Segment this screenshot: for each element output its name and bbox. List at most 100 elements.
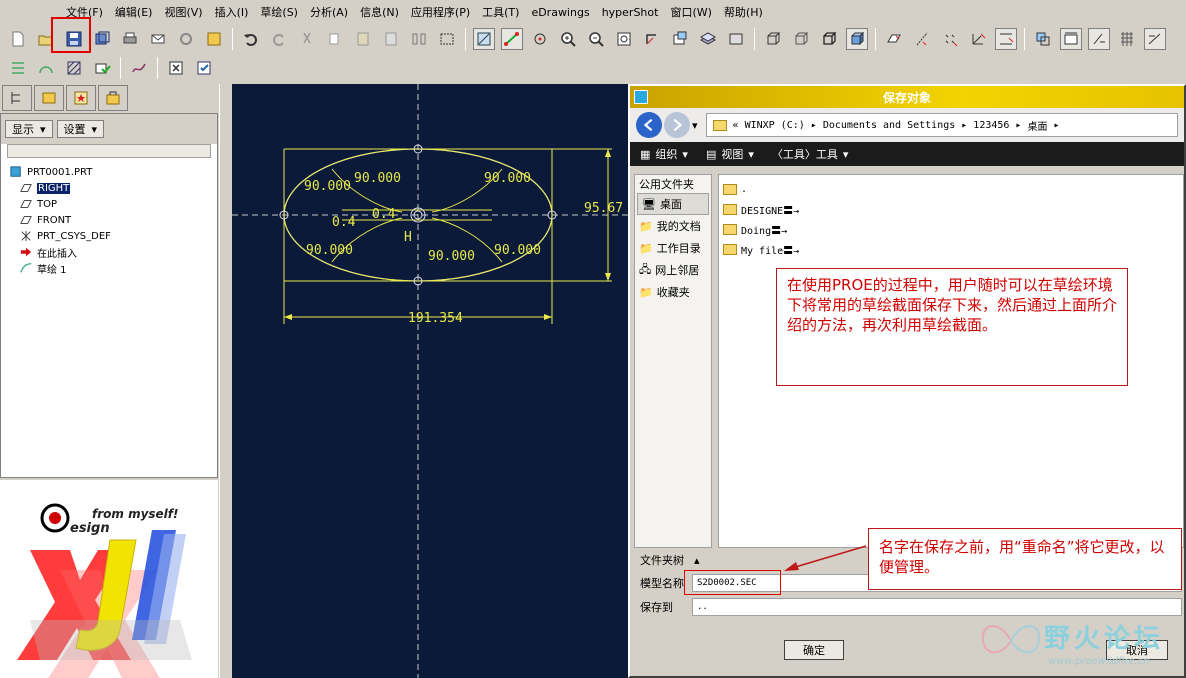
show-dropdown[interactable]: 显示 ▾ xyxy=(5,120,53,138)
menu-applications[interactable]: 应用程序(P) xyxy=(405,4,476,20)
menu-tools[interactable]: 工具(T) xyxy=(476,4,525,20)
menu-window[interactable]: 窗口(W) xyxy=(664,4,717,20)
place-network[interactable]: 🖧 网上邻居 xyxy=(635,259,711,281)
select-box-icon[interactable] xyxy=(436,28,458,50)
graphics-window[interactable]: 90.000 90.000 90.000 90.000 90.000 90.00… xyxy=(232,84,630,678)
no-hidden-icon[interactable] xyxy=(818,28,840,50)
shading-icon[interactable] xyxy=(846,28,868,50)
back-button[interactable] xyxy=(636,112,662,138)
undo-icon[interactable] xyxy=(240,28,262,50)
connections-tab-icon[interactable] xyxy=(98,85,128,111)
model-tree-tab-icon[interactable] xyxy=(2,85,32,111)
dim-angle-6[interactable]: 90.000 xyxy=(494,243,541,258)
dim-angle-1[interactable]: 90.000 xyxy=(304,179,351,194)
tree-node-insert-here[interactable]: 在此插入 xyxy=(9,244,209,260)
address-overflow[interactable]: « xyxy=(733,120,739,131)
tree-node-part[interactable]: PRT0001.PRT xyxy=(9,164,209,180)
reorient-icon[interactable] xyxy=(641,28,663,50)
menu-sketch[interactable]: 草绘(S) xyxy=(254,4,304,20)
disp-vertices-icon[interactable] xyxy=(1144,28,1166,50)
tree-node-top[interactable]: TOP xyxy=(9,196,209,212)
address-crumb-desktop[interactable]: 桌面 xyxy=(1027,118,1047,133)
display-dims-icon[interactable] xyxy=(995,28,1017,50)
menu-analysis[interactable]: 分析(A) xyxy=(304,4,354,20)
cut-icon[interactable] xyxy=(296,28,318,50)
list-item[interactable]: DESIGNE〓→ xyxy=(723,199,1179,219)
menu-edrawings[interactable]: eDrawings xyxy=(525,6,595,19)
spin-center-icon[interactable] xyxy=(529,28,551,50)
sketch-orient-icon[interactable] xyxy=(473,28,495,50)
dim-angle-4[interactable]: 90.000 xyxy=(306,243,353,258)
save-copy-icon[interactable] xyxy=(91,28,113,50)
views-menu[interactable]: ▤ 视图 ▾ xyxy=(706,146,754,162)
address-crumb-drive[interactable]: WINXP (C:) xyxy=(745,120,805,131)
tree-node-csys[interactable]: PRT_CSYS_DEF xyxy=(9,228,209,244)
sketch-hatch-icon[interactable] xyxy=(63,57,85,79)
mirror-icon[interactable] xyxy=(408,28,430,50)
dim-angle-2[interactable]: 90.000 xyxy=(354,171,401,186)
saved-views-icon[interactable] xyxy=(669,28,691,50)
menu-file[interactable]: 文件(F) xyxy=(60,4,109,20)
panel-splitter[interactable] xyxy=(219,84,232,678)
refit-icon[interactable] xyxy=(613,28,635,50)
folder-browser-tab-icon[interactable] xyxy=(34,85,64,111)
menu-hypershot[interactable]: hyperShot xyxy=(596,6,665,19)
new-file-icon[interactable] xyxy=(7,28,29,50)
activate-window-icon[interactable] xyxy=(193,57,215,79)
menu-edit[interactable]: 编辑(E) xyxy=(109,4,159,20)
cancel-button[interactable]: 取消 xyxy=(1106,640,1168,660)
sketch-arc-icon[interactable] xyxy=(35,57,57,79)
paste-icon[interactable] xyxy=(352,28,374,50)
place-favorites[interactable]: 📁 收藏夹 xyxy=(635,281,711,303)
list-item[interactable]: Doing〓→ xyxy=(723,219,1179,239)
place-my-documents[interactable]: 📁 我的文档 xyxy=(635,215,711,237)
view-manager-icon[interactable] xyxy=(725,28,747,50)
sketch-view-icon[interactable] xyxy=(1032,28,1054,50)
sketch-canvas[interactable]: 90.000 90.000 90.000 90.000 90.000 90.00… xyxy=(232,84,630,678)
csys-display-icon[interactable] xyxy=(967,28,989,50)
address-crumb-user[interactable]: 123456 xyxy=(973,120,1009,131)
organize-menu[interactable]: ▦ 组织 ▾ xyxy=(640,146,688,162)
dim-width[interactable]: 191.354 xyxy=(408,311,463,326)
model-tree-icon[interactable] xyxy=(203,28,225,50)
ok-button[interactable]: 确定 xyxy=(784,640,844,660)
copy-icon[interactable] xyxy=(324,28,346,50)
forward-button[interactable] xyxy=(664,112,690,138)
folder-tree-toggle[interactable]: 文件夹树 ▴ xyxy=(634,550,712,570)
layers-icon[interactable] xyxy=(697,28,719,50)
sketch-done-icon[interactable] xyxy=(91,57,113,79)
dim-small-1[interactable]: 0.4 xyxy=(332,215,356,230)
tree-node-sketch[interactable]: 草绘 1 xyxy=(9,260,209,276)
tree-node-front[interactable]: FRONT xyxy=(9,212,209,228)
list-item[interactable]: My file〓→ xyxy=(723,239,1179,259)
dim-angle-5[interactable]: 90.000 xyxy=(428,249,475,264)
disp-constraints-icon[interactable] xyxy=(1088,28,1110,50)
history-dropdown-icon[interactable]: ▾ xyxy=(692,119,698,132)
menu-insert[interactable]: 插入(I) xyxy=(209,4,255,20)
datum-points-icon[interactable] xyxy=(939,28,961,50)
disp-dimensions-icon[interactable] xyxy=(1060,28,1082,50)
save-to-input[interactable]: .. xyxy=(692,598,1182,616)
zoom-out-icon[interactable] xyxy=(585,28,607,50)
place-desktop[interactable]: 🖥 桌面 xyxy=(637,193,709,215)
disp-grid-icon[interactable] xyxy=(1116,28,1138,50)
save-icon[interactable] xyxy=(63,28,85,50)
dim-small-2[interactable]: 0.4 xyxy=(372,207,396,222)
print-icon[interactable] xyxy=(119,28,141,50)
regenerate-icon[interactable] xyxy=(175,28,197,50)
datum-axes-icon[interactable] xyxy=(911,28,933,50)
favorites-tab-icon[interactable] xyxy=(66,85,96,111)
dialog-title-bar[interactable]: 保存对象 xyxy=(630,86,1184,108)
close-window-icon[interactable] xyxy=(165,57,187,79)
menu-view[interactable]: 视图(V) xyxy=(158,4,208,20)
zoom-in-icon[interactable] xyxy=(557,28,579,50)
sketch-tool-icon[interactable] xyxy=(7,57,29,79)
menu-help[interactable]: 帮助(H) xyxy=(718,4,769,20)
open-file-icon[interactable] xyxy=(35,28,57,50)
mail-icon[interactable] xyxy=(147,28,169,50)
datum-planes-icon[interactable] xyxy=(883,28,905,50)
paste-special-icon[interactable] xyxy=(380,28,402,50)
tree-node-right[interactable]: RIGHT xyxy=(9,180,209,196)
wireframe-icon[interactable] xyxy=(762,28,784,50)
list-item[interactable]: . xyxy=(723,179,1179,199)
